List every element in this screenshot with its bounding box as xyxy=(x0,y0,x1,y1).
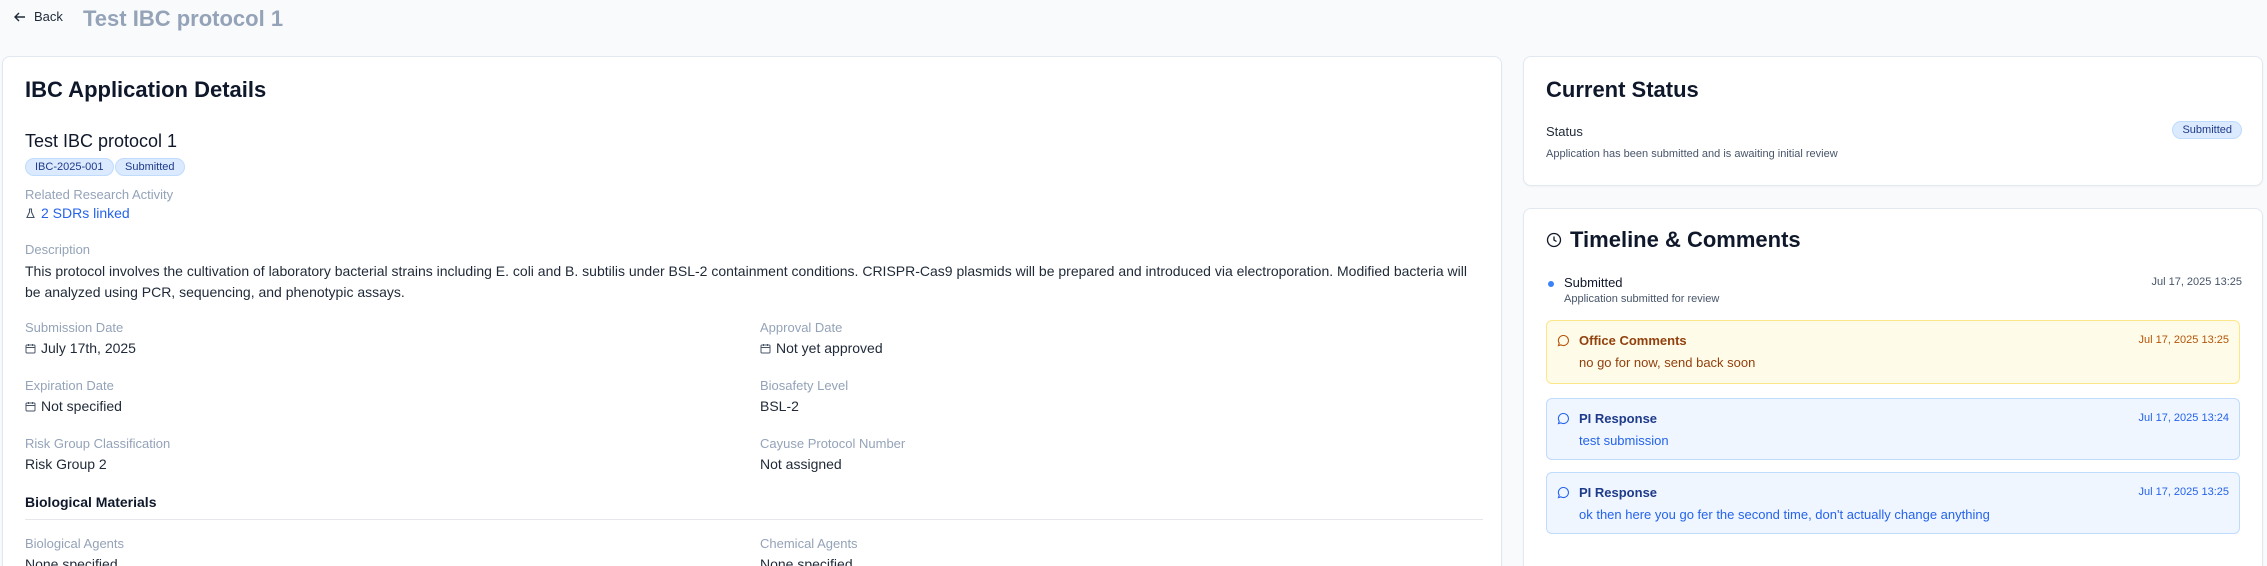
flask-icon xyxy=(26,207,35,218)
application-details-card: IBC Application Details Test IBC protoco… xyxy=(2,56,1502,566)
field-label: Chemical Agents xyxy=(760,536,858,551)
related-label: Related Research Activity xyxy=(25,187,174,202)
current-status-card: Current Status Status Submitted Applicat… xyxy=(1523,56,2263,186)
comment-date: Jul 17, 2025 13:25 xyxy=(2138,334,2229,346)
calendar-icon xyxy=(25,401,36,411)
sdrs-linked-link[interactable]: 2 SDRs linked xyxy=(41,205,130,221)
status-badge: Submitted xyxy=(115,158,185,176)
field-label: Approval Date xyxy=(760,320,843,335)
cayuse-number-value: Not assigned xyxy=(760,456,842,472)
comment-title: PI Response xyxy=(1579,411,1658,426)
timeline-comments-card: Timeline & Comments Submitted Applicatio… xyxy=(1523,208,2263,566)
status-heading: Current Status xyxy=(1546,77,1699,102)
comment-text: ok then here you go fer the second time,… xyxy=(1579,507,1990,522)
timeline-heading: Timeline & Comments xyxy=(1570,227,1801,252)
field-value: July 17th, 2025 xyxy=(41,340,136,356)
field-value: Not specified xyxy=(41,398,122,414)
office-comment: Office Comments Jul 17, 2025 13:25 no go… xyxy=(1546,320,2240,384)
biological-agents-value: None specified xyxy=(25,556,118,566)
description-text: This protocol involves the cultivation o… xyxy=(25,263,1467,300)
field-value: Not yet approved xyxy=(776,340,883,356)
clock-icon xyxy=(1546,232,1562,248)
field-label: Expiration Date xyxy=(25,378,114,393)
comment-title: PI Response xyxy=(1579,485,1658,500)
comment-date: Jul 17, 2025 13:24 xyxy=(2138,412,2229,424)
page-title: Test IBC protocol 1 xyxy=(83,6,284,31)
comment-title: Office Comments xyxy=(1579,333,1687,348)
status-label: Status xyxy=(1546,124,1583,139)
field-label: Submission Date xyxy=(25,320,124,335)
event-date: Jul 17, 2025 13:25 xyxy=(2151,276,2242,288)
comment-date: Jul 17, 2025 13:25 xyxy=(2138,486,2229,498)
message-icon xyxy=(1557,334,1569,347)
calendar-icon xyxy=(760,343,771,353)
details-heading: IBC Application Details xyxy=(25,77,267,102)
expiration-date-value: Not specified xyxy=(25,398,122,414)
chemical-agents-value: None specified xyxy=(760,556,853,566)
approval-date-value: Not yet approved xyxy=(760,340,883,356)
related-value: 2 SDRs linked xyxy=(25,205,130,221)
timeline-header: Timeline & Comments xyxy=(1546,227,1801,253)
submission-date-value: July 17th, 2025 xyxy=(25,340,136,356)
biological-materials-heading: Biological Materials xyxy=(25,494,157,510)
back-button[interactable]: Back xyxy=(14,9,63,24)
comment-text: no go for now, send back soon xyxy=(1579,355,1756,370)
description-label: Description xyxy=(25,242,91,257)
biosafety-level-value: BSL-2 xyxy=(760,398,799,414)
comment-text: test submission xyxy=(1579,433,1669,448)
calendar-icon xyxy=(25,343,36,353)
timeline-dot xyxy=(1548,281,1554,287)
status-description: Application has been submitted and is aw… xyxy=(1546,148,1838,160)
protocol-id-badge: IBC-2025-001 xyxy=(25,158,114,176)
message-icon xyxy=(1557,412,1569,425)
field-label: Biological Agents xyxy=(25,536,125,551)
pi-response-comment: PI Response Jul 17, 2025 13:24 test subm… xyxy=(1546,398,2240,460)
field-label: Cayuse Protocol Number xyxy=(760,436,906,451)
protocol-name: Test IBC protocol 1 xyxy=(25,131,178,151)
event-title: Submitted xyxy=(1564,275,1623,290)
section-divider xyxy=(25,519,1483,520)
back-label: Back xyxy=(34,9,63,24)
current-status-badge: Submitted xyxy=(2172,121,2242,139)
risk-group-value: Risk Group 2 xyxy=(25,456,107,472)
message-icon xyxy=(1557,486,1569,499)
arrow-left-icon xyxy=(14,12,25,21)
field-label: Risk Group Classification xyxy=(25,436,171,451)
event-subtitle: Application submitted for review xyxy=(1564,293,1720,305)
pi-response-comment: PI Response Jul 17, 2025 13:25 ok then h… xyxy=(1546,472,2240,534)
top-bar: Back Test IBC protocol 1 xyxy=(0,0,2267,40)
field-label: Biosafety Level xyxy=(760,378,849,393)
